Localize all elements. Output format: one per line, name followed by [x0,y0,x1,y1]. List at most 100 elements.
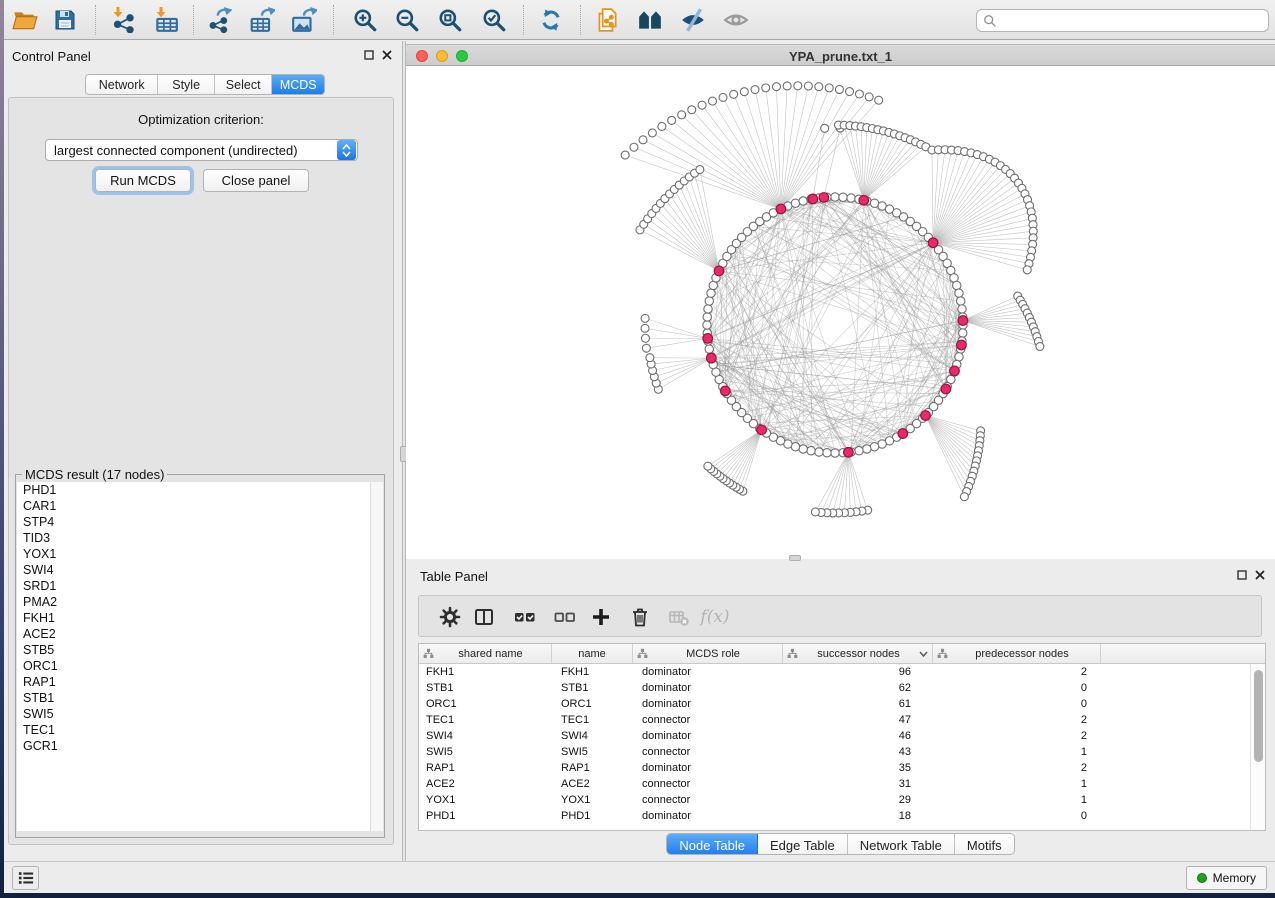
table-row[interactable]: ORC1ORC1dominator610 [419,696,1265,712]
show-columns-icon[interactable] [470,604,498,630]
mcds-tab-content: Optimization criterion: largest connecte… [8,97,394,845]
task-history-button[interactable] [12,866,39,890]
list-icon [17,870,35,886]
navigator-icon[interactable] [635,6,665,34]
mcds-result-item[interactable]: TID3 [17,530,383,546]
export-table-icon[interactable] [247,6,277,34]
settings-gear-icon[interactable] [436,604,464,630]
table-row[interactable]: SWI4SWI4dominator462 [419,728,1265,744]
deselect-all-icon[interactable] [551,604,579,630]
column-header-predecessor-nodes[interactable]: predecessor nodes [933,644,1101,663]
mcds-result-list[interactable]: PHD1CAR1STP4TID3YOX1SWI4SRD1PMA2FKH1ACE2… [17,482,383,831]
close-panel-icon[interactable] [382,50,392,60]
float-panel-icon[interactable] [1237,570,1247,580]
tab-select[interactable]: Select [215,75,273,94]
float-panel-icon[interactable] [364,50,374,60]
table-row[interactable]: STB1STB1dominator620 [419,680,1265,696]
table-cell: RAP1 [552,762,633,774]
tab-network[interactable]: Network [86,75,158,94]
optimization-criterion-select[interactable]: largest connected component (undirected) [45,139,358,161]
refresh-icon[interactable] [536,6,566,34]
hide-details-icon[interactable] [678,6,708,34]
tab-mcds[interactable]: MCDS [272,75,324,94]
zoom-out-icon[interactable] [392,6,422,34]
toolbar-separator [193,5,194,35]
mcds-result-item[interactable]: GCR1 [17,738,383,754]
show-details-icon[interactable] [721,6,751,34]
splitter-grip[interactable] [789,555,801,561]
mcds-result-item[interactable]: PHD1 [17,482,383,498]
network-window-titlebar[interactable]: YPA_prune.txt_1 [406,44,1275,66]
search-field[interactable] [976,9,1269,32]
search-input[interactable] [1001,14,1268,28]
node-table-body: FKH1FKH1dominator962STB1STB1dominator620… [419,664,1265,824]
save-session-icon[interactable] [50,6,80,34]
status-bar: Memory [4,861,1275,893]
mcds-result-item[interactable]: STB1 [17,690,383,706]
mcds-result-item[interactable]: SWI4 [17,562,383,578]
column-header-successor-nodes[interactable]: successor nodes [783,644,933,663]
mcds-result-item[interactable]: SRD1 [17,578,383,594]
tab-edge-table[interactable]: Edge Table [758,834,848,855]
zoom-in-icon[interactable] [350,6,380,34]
import-table-icon[interactable] [151,6,181,34]
tab-network-table[interactable]: Network Table [848,834,955,855]
export-image-icon[interactable] [289,6,319,34]
table-row[interactable]: PHD1PHD1dominator180 [419,808,1265,824]
table-cell: ORC1 [419,698,552,710]
table-row[interactable]: FKH1FKH1dominator962 [419,664,1265,680]
attribute-type-icon [937,648,948,659]
close-panel-icon[interactable] [1255,570,1265,580]
mcds-result-item[interactable]: YOX1 [17,546,383,562]
close-panel-button[interactable]: Close panel [203,169,309,192]
network-graph[interactable] [406,66,1275,560]
network-canvas[interactable] [406,66,1275,560]
table-row[interactable]: RAP1RAP1dominator352 [419,760,1265,776]
column-header-filler [1101,644,1265,663]
table-row[interactable]: ACE2ACE2connector311 [419,776,1265,792]
table-cell: ACE2 [552,778,633,790]
table-cell: TEC1 [552,714,633,726]
tab-node-table[interactable]: Node Table [667,834,758,855]
optimization-criterion-label: Optimization criterion: [9,112,393,127]
mcds-result-item[interactable]: ACE2 [17,626,383,642]
export-network-icon[interactable] [205,6,235,34]
delete-table-icon [665,604,693,630]
mcds-result-item[interactable]: PMA2 [17,594,383,610]
add-column-icon[interactable] [587,604,615,630]
mcds-result-item[interactable]: FKH1 [17,610,383,626]
zoom-fit-icon[interactable] [435,6,465,34]
tab-style[interactable]: Style [158,75,215,94]
table-toolbar: f(x) [418,595,1262,637]
import-network-icon[interactable] [108,6,138,34]
table-row[interactable]: YOX1YOX1connector291 [419,792,1265,808]
mcds-result-item[interactable]: SWI5 [17,706,383,722]
tab-motifs[interactable]: Motifs [955,834,1014,855]
memory-label: Memory [1213,871,1256,885]
table-row[interactable]: SWI5SWI5connector431 [419,744,1265,760]
column-header-mcds-role[interactable]: MCDS role [633,644,783,663]
mcds-list-scrollbar[interactable] [370,482,383,831]
mcds-result-item[interactable]: TEC1 [17,722,383,738]
scrollbar-thumb[interactable] [1254,670,1263,762]
table-scrollbar[interactable] [1250,664,1265,830]
copy-network-icon[interactable] [592,6,622,34]
delete-column-icon[interactable] [626,604,654,630]
zoom-selected-icon[interactable] [479,6,509,34]
mcds-result-item[interactable]: STB5 [17,642,383,658]
open-file-icon[interactable] [10,6,40,34]
mcds-result-item[interactable]: ORC1 [17,658,383,674]
table-cell: 43 [783,746,933,758]
select-value: largest connected component (undirected) [46,143,336,158]
column-header-name[interactable]: name [552,644,633,663]
run-mcds-button[interactable]: Run MCDS [95,169,191,192]
table-cell: 96 [783,666,933,678]
table-cell: 0 [933,682,1101,694]
select-all-icon[interactable] [511,604,539,630]
column-header-shared-name[interactable]: shared name [419,644,552,663]
memory-button[interactable]: Memory [1186,866,1267,890]
mcds-result-item[interactable]: STP4 [17,514,383,530]
mcds-result-item[interactable]: CAR1 [17,498,383,514]
mcds-result-item[interactable]: RAP1 [17,674,383,690]
table-row[interactable]: TEC1TEC1connector472 [419,712,1265,728]
